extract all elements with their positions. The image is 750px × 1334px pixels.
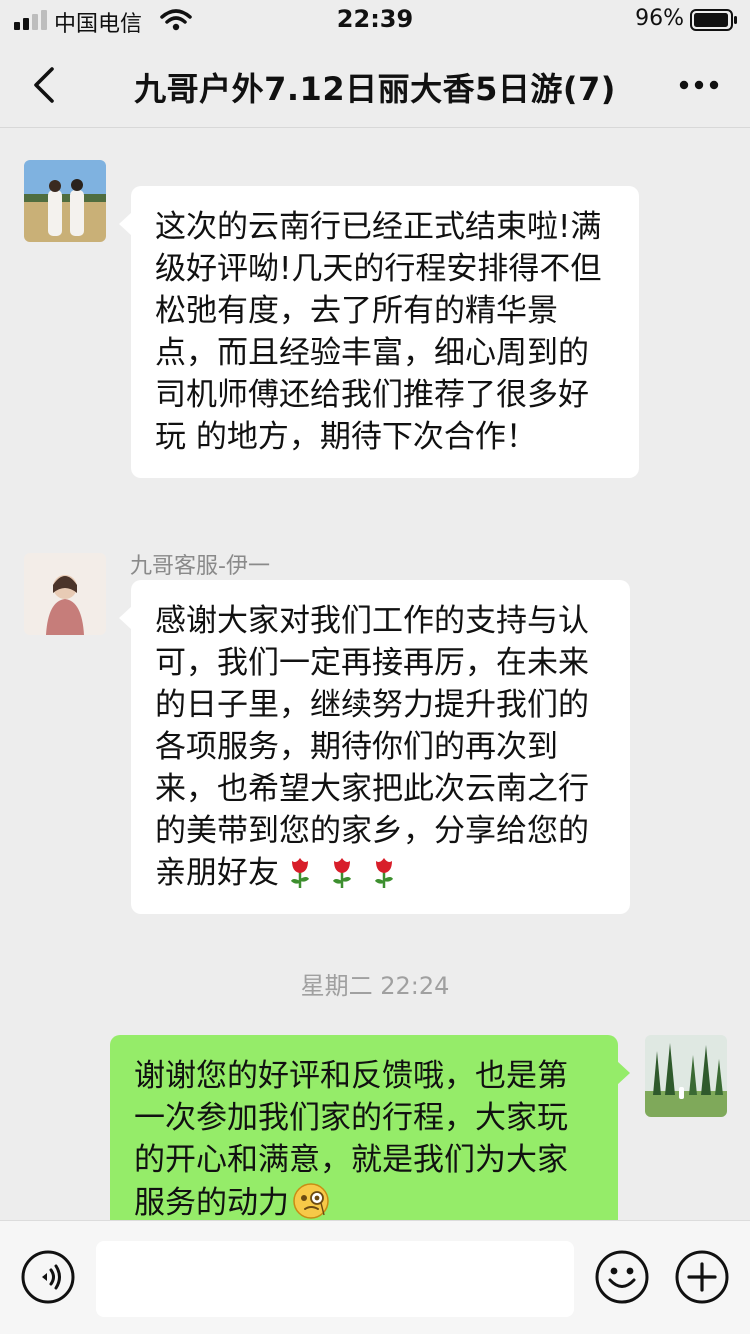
message-list[interactable]: 这次的云南行已经正式结束啦!满级好评呦!几天的行程安排得不但松弛有度，去了所有的… — [0, 128, 750, 1220]
message-text: 这次的云南行已经正式结束啦!满级好评呦!几天的行程安排得不但松弛有度，去了所有的… — [155, 209, 602, 455]
chat-header: 九哥户外7.12日丽大香5日游(7) — [0, 42, 750, 128]
woman-photo-avatar[interactable] — [24, 553, 106, 635]
outgoing-message-bubble[interactable]: 谢谢您的好评和反馈哦，也是第一次参加我们家的行程，大家玩的开心和满意，就是我们为… — [110, 1035, 630, 1220]
rose-icon — [291, 858, 309, 888]
incoming-message-bubble[interactable]: 感谢大家对我们工作的支持与认可，我们一定再接再厉，在未来的日子里，继续努力提升我… — [119, 580, 630, 914]
couple-photo-avatar[interactable] — [24, 160, 106, 242]
message-text: 谢谢您的好评和反馈哦，也是第一次参加我们家的行程，大家玩的开心和满意，就是我们为… — [134, 1058, 568, 1220]
landscape-photo-avatar[interactable] — [645, 1035, 727, 1117]
emoji-icon[interactable] — [594, 1249, 650, 1305]
battery-percent: 96% — [635, 6, 684, 31]
sender-name: 九哥客服-伊一 — [130, 554, 270, 579]
status-bar: 中国电信 22:39 96% — [0, 0, 750, 42]
chat-title: 九哥户外7.12日丽大香5日游(7) — [134, 70, 616, 108]
voice-icon[interactable] — [20, 1249, 76, 1305]
battery-icon — [690, 9, 737, 31]
plus-icon[interactable] — [674, 1249, 730, 1305]
rose-icon — [333, 858, 351, 888]
message-text: 感谢大家对我们工作的支持与认可，我们一定再接再厉，在未来的日子里，继续努力提升我… — [155, 603, 589, 891]
face-with-monocle-icon — [293, 1183, 329, 1219]
timestamp-divider: 星期二 22:24 — [300, 972, 450, 1000]
message-input[interactable] — [96, 1241, 574, 1317]
input-bar — [0, 1220, 750, 1334]
more-options-icon[interactable] — [678, 78, 720, 92]
back-arrow-icon[interactable] — [30, 66, 58, 104]
rose-icon — [375, 858, 393, 888]
incoming-message-bubble[interactable]: 这次的云南行已经正式结束啦!满级好评呦!几天的行程安排得不但松弛有度，去了所有的… — [119, 186, 639, 478]
